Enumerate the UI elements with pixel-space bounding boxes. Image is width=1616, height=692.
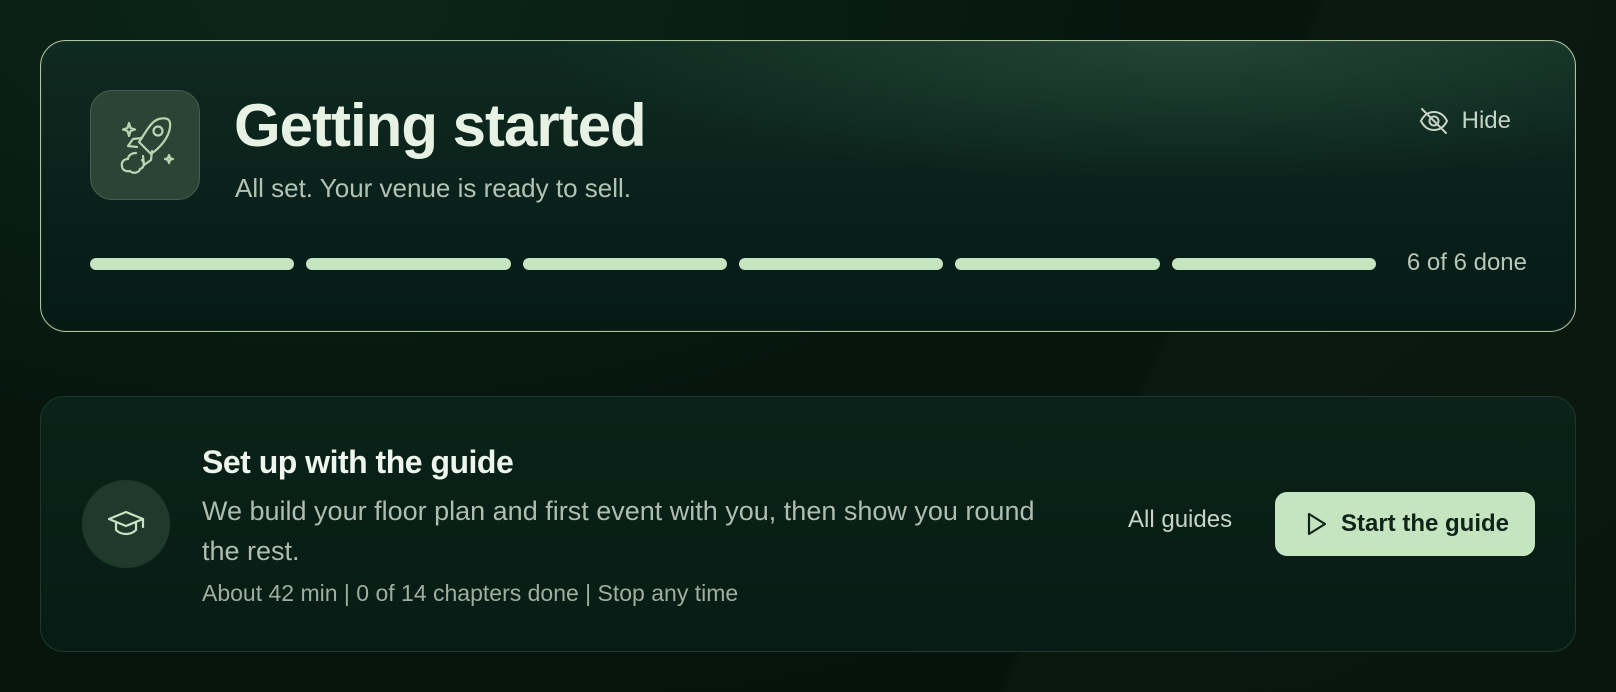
page-title: Getting started <box>234 92 647 159</box>
progress-segment <box>1171 258 1376 270</box>
eye-off-icon <box>1418 105 1450 137</box>
rocket-icon <box>90 90 200 200</box>
getting-started-card: Getting started All set. Your venue is r… <box>40 40 1576 332</box>
play-icon <box>1301 510 1329 538</box>
guide-title: Set up with the guide <box>202 444 514 480</box>
graduation-cap-icon <box>82 480 170 568</box>
guide-meta: About 42 min | 0 of 14 chapters done | S… <box>202 580 739 606</box>
progress-segment <box>738 258 944 270</box>
progress-bar <box>90 258 1376 270</box>
start-guide-button[interactable]: Start the guide <box>1275 492 1535 556</box>
hide-label: Hide <box>1461 107 1511 134</box>
progress-label: 6 of 6 done <box>1406 249 1527 276</box>
progress-segment <box>90 258 295 270</box>
guide-description: We build your floor plan and first event… <box>202 496 1035 566</box>
progress-segment <box>955 258 1160 270</box>
progress-segment <box>522 258 727 270</box>
guide-card: Set up with the guide We build your floo… <box>40 396 1576 652</box>
progress-segment <box>306 258 511 270</box>
status-subtitle: All set. Your venue is ready to sell. <box>235 173 632 203</box>
all-guides-link[interactable]: All guides <box>1128 505 1232 535</box>
start-guide-label: Start the guide <box>1340 510 1509 537</box>
hide-button[interactable]: Hide <box>1418 101 1511 141</box>
